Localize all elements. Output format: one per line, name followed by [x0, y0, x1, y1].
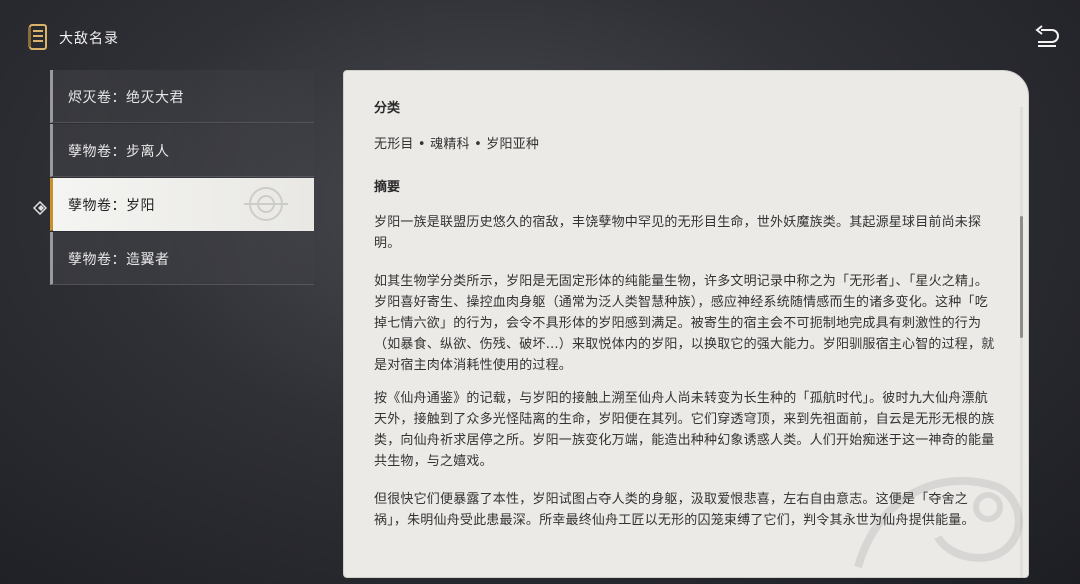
- sidebar-item-label: 烬灭卷：绝灭大君: [68, 90, 184, 106]
- selection-indicator-icon: [33, 201, 47, 215]
- summary-paragraph: 如其生物学分类所示，岁阳是无固定形体的纯能量生物，许多文明记录中称之为「无形者」…: [374, 274, 995, 373]
- scrollbar-track[interactable]: [1020, 107, 1023, 577]
- summary-paragraph: 岁阳一族是联盟历史悠久的宿敌，丰饶孽物中罕见的无形目生命，世外妖魔族类。其起源星…: [374, 215, 982, 251]
- summary-heading: 摘要: [374, 180, 401, 195]
- entry-detail-panel: 分类 无形目 • 魂精科 • 岁阳亚种 摘要 岁阳一族是联盟历史悠久的宿敌，丰饶…: [343, 70, 1029, 578]
- scrollbar-thumb[interactable]: [1020, 216, 1023, 338]
- sidebar-item-heliobus[interactable]: 孽物卷：岁阳: [50, 178, 314, 231]
- sidebar-item-winged[interactable]: 孽物卷：造翼者: [50, 232, 314, 285]
- sidebar-item-label: 孽物卷：岁阳: [68, 198, 155, 214]
- sidebar-item-annihilation[interactable]: 烬灭卷：绝灭大君: [50, 70, 314, 123]
- book-icon: [28, 24, 47, 50]
- emblem-icon: [244, 187, 288, 221]
- page-title: 大敌名录: [59, 31, 119, 47]
- top-bar: 大敌名录: [0, 0, 1080, 70]
- summary-paragraph: 按《仙舟通鉴》的记载，与岁阳的接触上溯至仙舟人尚未转变为长生种的「孤航时代」。彼…: [374, 391, 995, 469]
- classification-text: 无形目 • 魂精科 • 岁阳亚种: [374, 137, 540, 152]
- sidebar-item-borisin[interactable]: 孽物卷：步离人: [50, 124, 314, 177]
- summary-paragraph: 但很快它们便暴露了本性，岁阳试图占夺人类的身躯，汲取爱恨悲喜，左右自由意志。这便…: [374, 492, 975, 528]
- sidebar-item-label: 孽物卷：造翼者: [68, 252, 170, 268]
- sidebar-item-label: 孽物卷：步离人: [68, 144, 170, 160]
- classification-heading: 分类: [374, 101, 401, 116]
- enemy-category-list: 烬灭卷：绝灭大君 孽物卷：步离人 孽物卷：岁阳 孽物卷：造翼者: [50, 70, 314, 285]
- return-arrow-icon[interactable]: [1032, 24, 1062, 50]
